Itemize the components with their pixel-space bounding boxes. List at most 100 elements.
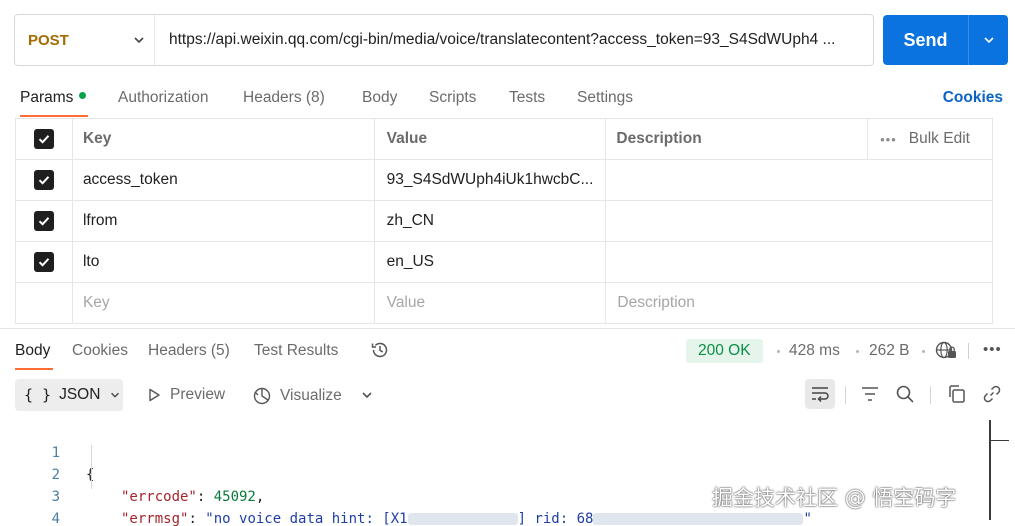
table-row-empty: Key Value Description xyxy=(16,283,993,324)
row-checkbox[interactable] xyxy=(33,252,54,272)
scroll-marker xyxy=(991,440,1009,441)
code-line: 2 "errcode": 45092, xyxy=(0,442,265,505)
select-all-checkbox[interactable] xyxy=(33,129,54,149)
visualize-button[interactable]: Visualize xyxy=(252,386,342,406)
value-input[interactable]: Value xyxy=(375,283,607,323)
toolbar-divider xyxy=(845,386,846,404)
param-value-cell[interactable]: en_US xyxy=(375,242,607,282)
response-tab-body[interactable]: Body xyxy=(15,342,50,360)
param-value-cell[interactable]: 93_S4SdWUph4iUk1hwcbC... xyxy=(375,160,607,200)
link-icon[interactable] xyxy=(982,384,1002,404)
active-response-tab-indicator xyxy=(15,368,53,370)
more-icon[interactable]: ••• xyxy=(983,341,1002,358)
param-description-cell[interactable] xyxy=(606,201,993,241)
check-icon xyxy=(38,217,50,226)
response-tab-cookies[interactable]: Cookies xyxy=(72,342,128,360)
line-number: 3 xyxy=(51,489,60,505)
json-key: "errmsg" xyxy=(121,511,189,526)
json-entry-errmsg: "errmsg": "no voice data hint: [X1] rid:… xyxy=(121,511,812,526)
separator-dot xyxy=(777,350,780,353)
chevron-down-icon xyxy=(134,37,144,44)
copy-icon[interactable] xyxy=(947,384,967,404)
select-all-cell xyxy=(16,119,73,159)
response-time[interactable]: 428 ms xyxy=(789,342,840,360)
chevron-down-icon xyxy=(983,37,994,44)
cookies-link[interactable]: Cookies xyxy=(943,89,1003,107)
param-key-cell[interactable]: lto xyxy=(73,242,375,282)
history-icon[interactable] xyxy=(370,340,390,360)
request-tabs: Params Authorization Headers (8) Body Sc… xyxy=(20,86,1010,118)
code-line: 4 } xyxy=(0,486,60,526)
toolbar-divider xyxy=(968,343,969,359)
param-key-cell[interactable]: lfrom xyxy=(73,201,375,241)
json-key: "errcode" xyxy=(121,489,197,505)
description-input[interactable]: Description xyxy=(606,283,993,323)
network-globe-icon[interactable] xyxy=(935,340,957,360)
tab-params-label: Params xyxy=(20,89,74,106)
send-button[interactable]: Send xyxy=(883,15,1008,65)
wrap-lines-button[interactable] xyxy=(805,379,835,409)
column-header-value: Value xyxy=(375,119,607,159)
tab-settings[interactable]: Settings xyxy=(577,89,633,107)
visualize-icon xyxy=(253,387,271,405)
panel-divider[interactable] xyxy=(0,328,1015,329)
filter-icon[interactable] xyxy=(860,384,880,404)
braces-icon: { } xyxy=(24,386,52,404)
separator-dot xyxy=(922,350,925,353)
column-header-key: Key xyxy=(73,119,375,159)
param-description-cell[interactable] xyxy=(606,160,993,200)
format-select[interactable]: { } JSON xyxy=(15,379,123,411)
tab-authorization[interactable]: Authorization xyxy=(118,89,208,107)
json-string: ] rid: 68 xyxy=(517,511,594,526)
params-table: Key Value Description ••• Bulk Edit acce… xyxy=(15,118,993,324)
param-description-cell[interactable] xyxy=(606,242,993,282)
json-number: 45092 xyxy=(213,489,256,505)
check-icon xyxy=(38,258,50,267)
table-row: lfrom zh_CN xyxy=(16,201,993,242)
code-line: 3 "errmsg": "no voice data hint: [X1] ri… xyxy=(0,464,812,526)
response-tab-test-results[interactable]: Test Results xyxy=(254,342,338,360)
send-options-button[interactable] xyxy=(969,33,1008,47)
param-value-cell[interactable]: zh_CN xyxy=(375,201,607,241)
search-icon[interactable] xyxy=(895,384,915,404)
check-icon xyxy=(38,135,50,144)
active-tab-indicator xyxy=(20,115,88,117)
bulk-edit-label: Bulk Edit xyxy=(908,130,970,147)
row-checkbox[interactable] xyxy=(33,170,54,190)
tab-body[interactable]: Body xyxy=(362,89,397,107)
json-entry-errcode: "errcode": 45092, xyxy=(121,489,265,505)
visualize-label: Visualize xyxy=(280,387,342,404)
editor-scrollbar[interactable] xyxy=(989,420,1009,520)
method-select[interactable]: POST xyxy=(15,15,155,65)
preview-button[interactable]: Preview xyxy=(146,386,225,404)
active-dot-icon xyxy=(79,92,87,100)
response-size[interactable]: 262 B xyxy=(869,342,910,360)
play-icon xyxy=(149,388,160,402)
bulk-edit-button[interactable]: ••• Bulk Edit xyxy=(868,119,993,159)
tab-tests[interactable]: Tests xyxy=(509,89,545,107)
status-badge[interactable]: 200 OK xyxy=(686,339,763,363)
code-line: 1 { xyxy=(0,420,95,483)
table-row: access_token 93_S4SdWUph4iUk1hwcbC... xyxy=(16,160,993,201)
tab-params[interactable]: Params xyxy=(20,89,87,107)
tab-headers[interactable]: Headers (8) xyxy=(243,89,325,107)
chevron-down-icon[interactable] xyxy=(360,388,374,402)
indent-guide xyxy=(91,445,92,489)
tab-scripts[interactable]: Scripts xyxy=(429,89,476,107)
line-number: 2 xyxy=(51,467,60,483)
toolbar-divider xyxy=(930,386,931,404)
key-input[interactable]: Key xyxy=(73,283,375,323)
json-string: "no voice data hint: [X1 xyxy=(205,511,408,526)
row-checkbox[interactable] xyxy=(33,211,54,231)
more-icon: ••• xyxy=(880,131,897,147)
line-number: 1 xyxy=(51,445,60,461)
row-checkbox-cell xyxy=(16,242,73,282)
response-tab-headers[interactable]: Headers (5) xyxy=(148,342,230,360)
line-number: 4 xyxy=(51,511,60,526)
param-key-cell[interactable]: access_token xyxy=(73,160,375,200)
check-icon xyxy=(38,176,50,185)
table-header-row: Key Value Description ••• Bulk Edit xyxy=(16,119,993,160)
url-input[interactable]: https://api.weixin.qq.com/cgi-bin/media/… xyxy=(155,31,873,49)
request-bar: POST https://api.weixin.qq.com/cgi-bin/m… xyxy=(14,14,874,66)
send-label: Send xyxy=(903,29,948,50)
